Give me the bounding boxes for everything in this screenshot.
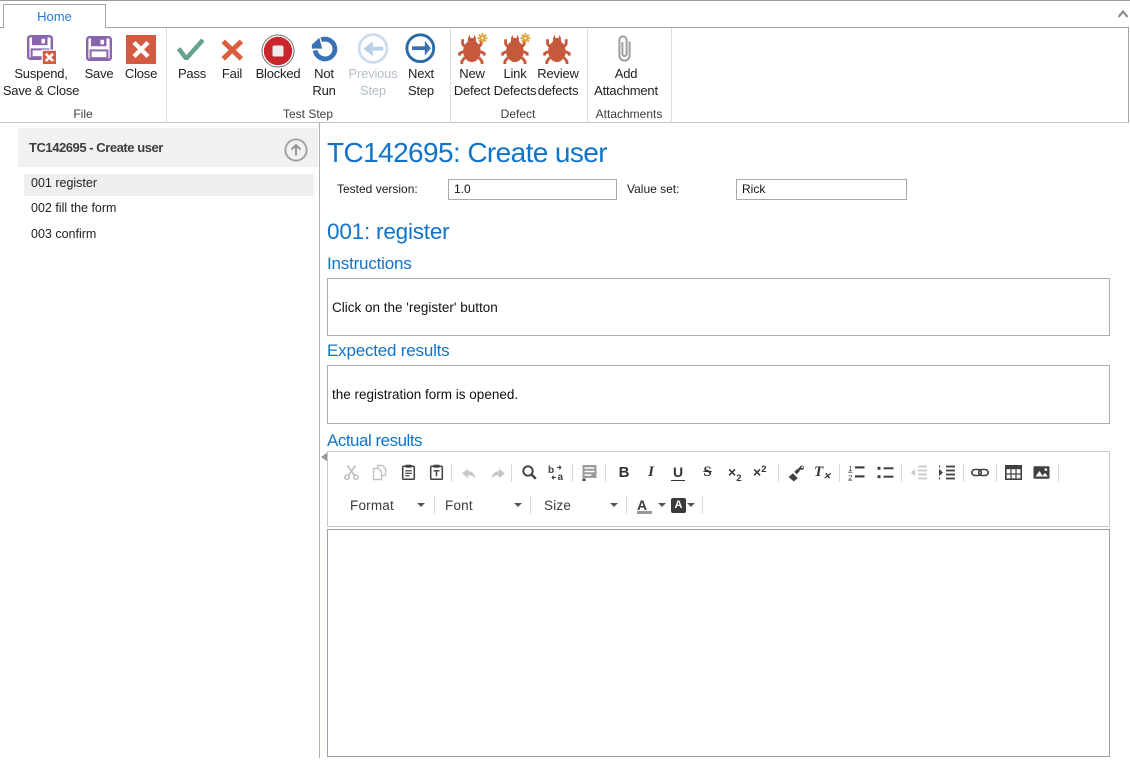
svg-text:1: 1 bbox=[848, 464, 852, 473]
svg-text:b: b bbox=[548, 465, 554, 476]
svg-text:2: 2 bbox=[848, 473, 852, 481]
svg-text:a: a bbox=[558, 472, 564, 481]
